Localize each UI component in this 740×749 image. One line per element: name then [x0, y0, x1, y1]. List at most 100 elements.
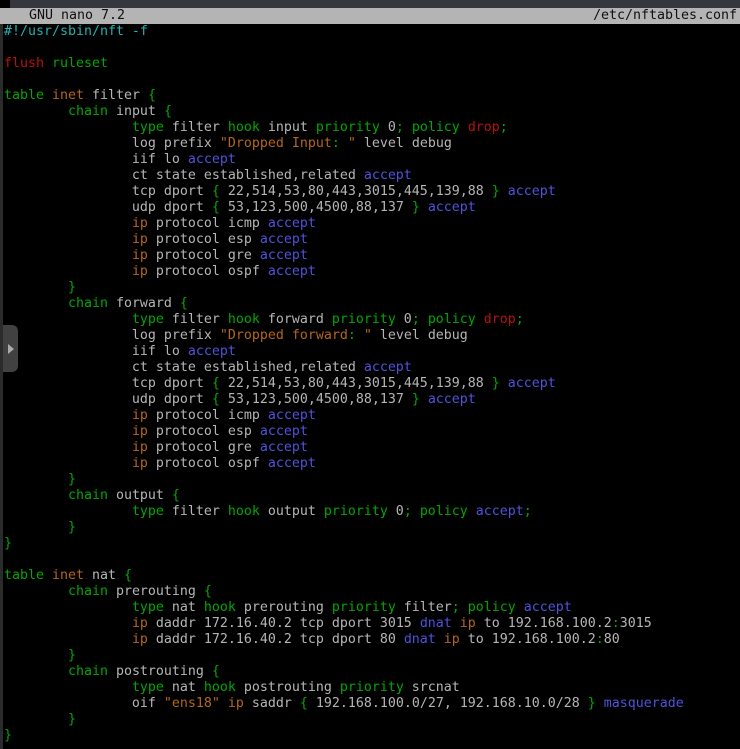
code-token: 3015 — [620, 616, 652, 631]
code-token — [4, 648, 68, 663]
editor-line: ct state established,related accept — [0, 168, 740, 184]
code-token: } — [68, 472, 76, 487]
code-token — [4, 248, 132, 263]
code-token: { — [300, 696, 308, 711]
editor-line: ct state established,related accept — [0, 360, 740, 376]
code-token: filter — [164, 504, 228, 519]
code-token: output — [108, 488, 172, 503]
code-token: to 192.168.100.2 — [460, 632, 596, 647]
code-token: dnat — [404, 632, 436, 647]
code-token: chain — [68, 104, 108, 119]
code-token — [476, 312, 484, 327]
editor-line: table inet nat { — [0, 568, 740, 584]
code-token: ip — [132, 424, 148, 439]
code-token: ip — [460, 616, 476, 631]
code-token: 22,514,53,80,443,3015,445,139,88 — [220, 184, 492, 199]
control-panel-handle[interactable] — [3, 325, 18, 372]
code-token: policy — [420, 504, 468, 519]
nano-version-title: GNU nano 7.2 — [13, 8, 125, 24]
window-top-edge — [0, 0, 740, 8]
code-token: } — [492, 184, 500, 199]
code-token: accept — [428, 392, 476, 407]
code-token: priority — [332, 312, 396, 327]
code-token — [404, 120, 412, 135]
code-token: accept — [524, 600, 572, 615]
code-token: iif lo — [4, 344, 188, 359]
code-token: type — [132, 680, 164, 695]
code-token: level debug — [356, 136, 452, 151]
code-token: prerouting — [108, 584, 204, 599]
code-token — [4, 520, 68, 535]
code-token: { — [164, 104, 172, 119]
code-token: masquerade — [604, 696, 684, 711]
code-token: table — [4, 88, 44, 103]
code-token: nat — [84, 568, 124, 583]
code-token: { — [172, 488, 180, 503]
code-token: forward — [108, 296, 180, 311]
code-token — [460, 120, 468, 135]
code-token — [4, 712, 68, 727]
chevron-right-icon — [8, 344, 14, 354]
code-token: accept — [268, 456, 316, 471]
terminal-text-area[interactable]: #!/usr/sbin/nft -fflush rulesettable ine… — [0, 24, 740, 744]
code-token: ip — [132, 408, 148, 423]
code-token: accept — [268, 408, 316, 423]
code-token — [44, 56, 52, 71]
editor-line: oif "ens18" ip saddr { 192.168.100.0/27,… — [0, 696, 740, 712]
code-token: 0 — [380, 120, 396, 135]
code-token: } — [68, 712, 76, 727]
editor-line: ip protocol icmp accept — [0, 216, 740, 232]
code-token: policy — [428, 312, 476, 327]
code-token: protocol ospf — [148, 264, 268, 279]
code-token: { — [212, 664, 220, 679]
code-token: oif — [4, 696, 164, 711]
code-token: accept — [260, 248, 308, 263]
code-token: chain — [68, 488, 108, 503]
code-token: protocol ospf — [148, 456, 268, 471]
code-token: tcp dport — [4, 376, 212, 391]
editor-line: } — [0, 472, 740, 488]
code-token: udp dport — [4, 200, 212, 215]
code-token: filter — [396, 600, 452, 615]
code-token: daddr 172.16.40.2 tcp dport 3015 — [148, 616, 420, 631]
code-token: accept — [476, 504, 524, 519]
code-token: srcnat — [404, 680, 460, 695]
code-token — [4, 424, 132, 439]
code-token: policy — [412, 120, 460, 135]
code-token: { — [212, 376, 220, 391]
code-token: : — [612, 616, 620, 631]
code-token: ct state established,related — [4, 168, 364, 183]
code-token: accept — [364, 168, 412, 183]
code-token: ip — [132, 616, 148, 631]
code-token: iif lo — [4, 152, 188, 167]
code-token: { — [124, 568, 132, 583]
editor-line: } — [0, 712, 740, 728]
editor-line: ip protocol esp accept — [0, 232, 740, 248]
code-token: drop — [484, 312, 516, 327]
code-token: filter — [84, 88, 148, 103]
code-token: } — [492, 376, 500, 391]
code-token — [412, 504, 420, 519]
code-token: } — [588, 696, 596, 711]
code-token: chain — [68, 584, 108, 599]
code-token: priority — [316, 120, 380, 135]
code-token: ip — [132, 232, 148, 247]
code-token: to 192.168.100.2 — [476, 616, 612, 631]
code-token: { — [212, 392, 220, 407]
code-token: { — [180, 296, 188, 311]
code-token: hook — [228, 120, 260, 135]
editor-line: } — [0, 280, 740, 296]
code-token: accept — [268, 264, 316, 279]
code-token: #!/usr/sbin/nft -f — [4, 24, 148, 39]
editor-line: chain forward { — [0, 296, 740, 312]
code-token: chain — [68, 296, 108, 311]
editor-line: } — [0, 536, 740, 552]
code-token: filter — [164, 120, 228, 135]
code-token: hook — [228, 504, 260, 519]
code-token: ip — [132, 632, 148, 647]
code-token — [420, 200, 428, 215]
code-token: nat — [164, 680, 204, 695]
editor-line: log prefix "Dropped forward: " level deb… — [0, 328, 740, 344]
editor-line: type filter hook forward priority 0; pol… — [0, 312, 740, 328]
code-token: accept — [188, 344, 236, 359]
